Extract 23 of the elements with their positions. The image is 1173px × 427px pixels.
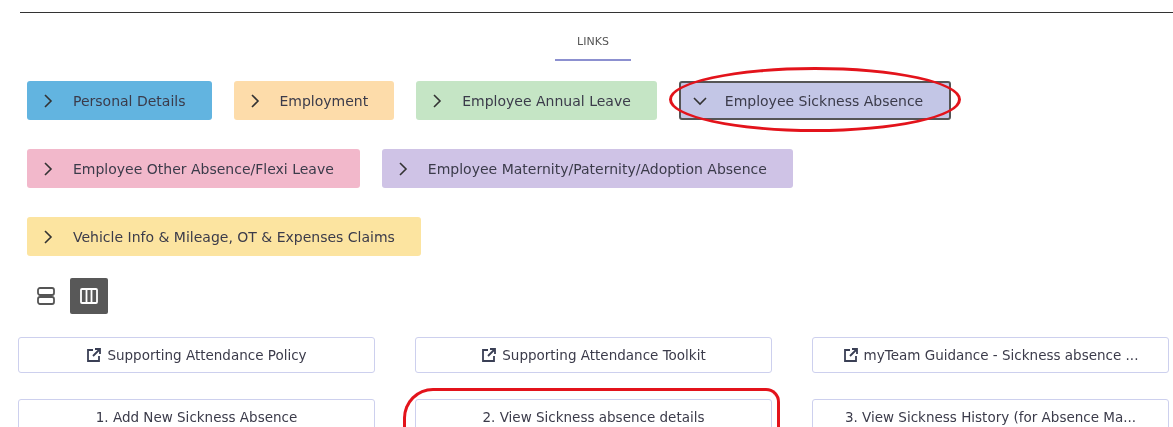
columns-icon xyxy=(79,286,99,306)
column-view-button[interactable] xyxy=(70,278,108,314)
chevron-right-icon xyxy=(41,93,55,108)
links-tab[interactable]: LINKS xyxy=(555,33,631,61)
external-link-icon xyxy=(481,347,498,363)
external-link-icon xyxy=(86,347,103,363)
link-button[interactable]: 1. Add New Sickness Absence xyxy=(18,399,375,427)
category-button[interactable]: Employee Other Absence/Flexi Leave xyxy=(27,149,360,188)
link-button[interactable]: 3. View Sickness History (for Absence Ma... xyxy=(812,399,1169,427)
link-button[interactable]: Supporting Attendance Policy xyxy=(18,337,375,373)
category-button[interactable]: Employment xyxy=(233,81,395,120)
link-button[interactable]: Supporting Attendance Toolkit xyxy=(415,337,772,373)
rows-icon xyxy=(36,286,56,306)
category-button[interactable]: Personal Details xyxy=(27,81,212,120)
category-button[interactable]: Vehicle Info & Mileage, OT & Expenses Claims xyxy=(27,217,421,256)
category-button[interactable]: Employee Maternity/Paternity/Adoption Absence xyxy=(381,149,793,188)
link-button[interactable]: myTeam Guidance - Sickness absence ... xyxy=(812,337,1169,373)
link-button[interactable]: 2. View Sickness absence details xyxy=(415,399,772,427)
external-link-icon xyxy=(842,347,859,363)
category-button[interactable]: Employee Sickness Absence xyxy=(678,81,952,120)
chevron-right-icon xyxy=(41,229,55,244)
chevron-right-icon xyxy=(41,161,55,176)
category-button[interactable]: Employee Annual Leave xyxy=(416,81,657,120)
